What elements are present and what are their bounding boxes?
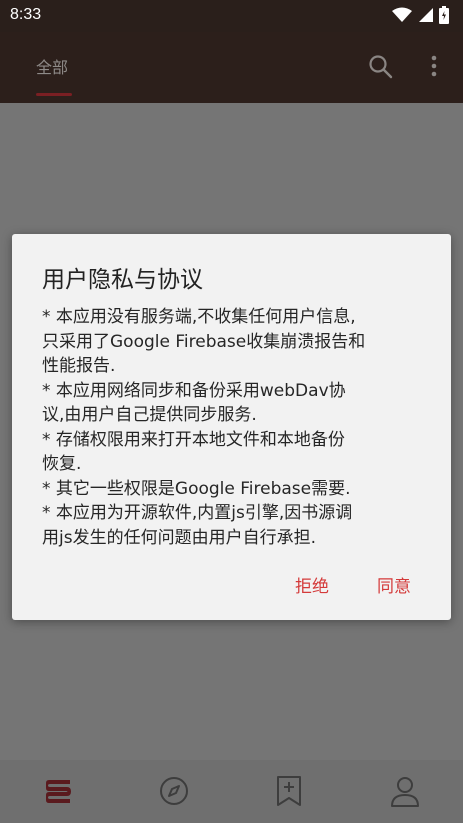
dialog-title: 用户隐私与协议 xyxy=(42,267,203,293)
refuse-button[interactable]: 拒绝 xyxy=(295,572,329,597)
tab-indicator xyxy=(36,93,72,96)
app-bar: 全部 xyxy=(0,32,463,103)
signal-icon xyxy=(419,8,433,22)
status-time: 8:33 xyxy=(10,6,42,23)
bookshelf-icon[interactable] xyxy=(41,774,75,808)
person-icon[interactable] xyxy=(388,774,422,808)
bookmark-add-icon[interactable] xyxy=(272,774,306,808)
battery-icon xyxy=(439,6,449,24)
compass-icon[interactable] xyxy=(157,774,191,808)
more-vert-icon[interactable] xyxy=(428,54,440,80)
dialog-body: * 本应用没有服务端,不收集任何用户信息, 只采用了Google Firebas… xyxy=(42,307,366,548)
tab-all[interactable]: 全部 xyxy=(36,54,68,78)
status-icons xyxy=(392,6,449,24)
wifi-icon xyxy=(392,7,412,22)
status-bar: 8:33 xyxy=(0,0,463,32)
bottom-nav xyxy=(0,760,463,823)
search-icon[interactable] xyxy=(368,54,394,80)
privacy-dialog: 用户隐私与协议 * 本应用没有服务端,不收集任何用户信息, 只采用了Google… xyxy=(12,234,451,620)
agree-button[interactable]: 同意 xyxy=(377,572,411,597)
